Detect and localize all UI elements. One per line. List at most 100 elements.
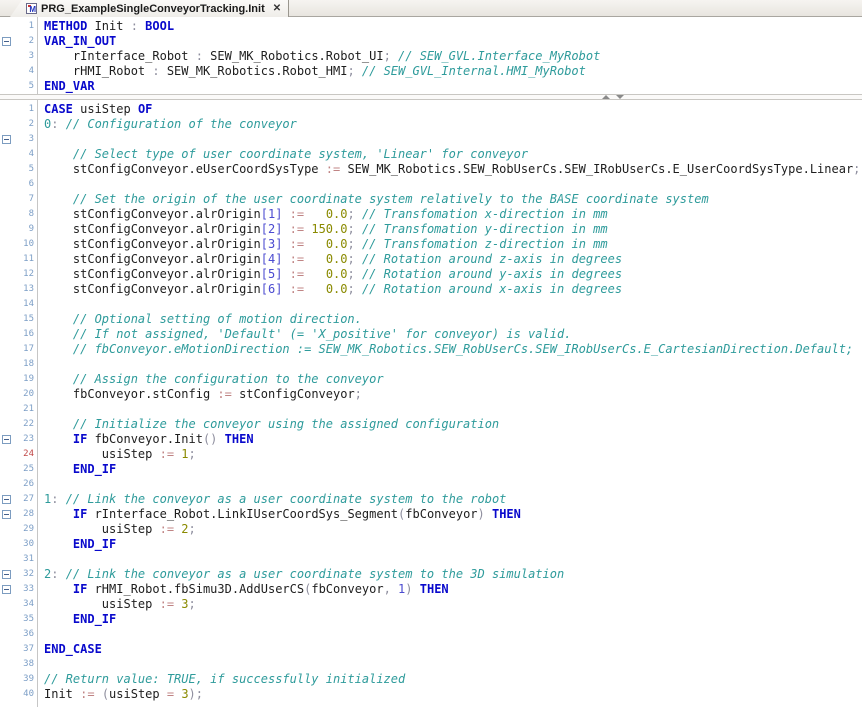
code-text[interactable] <box>37 357 44 372</box>
code-line: 26 <box>0 477 862 492</box>
fold-gutter <box>0 222 14 237</box>
code-text[interactable]: END_CASE <box>37 642 102 657</box>
code-line: 24 usiStep := 1; <box>0 447 862 462</box>
code-line: 23 IF fbConveyor.Init() THEN <box>0 432 862 447</box>
line-number: 25 <box>14 462 37 477</box>
code-line: 13 stConfigConveyor.alrOrigin[6] := 0.0;… <box>0 282 862 297</box>
line-number: 21 <box>14 402 37 417</box>
fold-collapse-icon[interactable] <box>2 495 11 504</box>
fold-gutter <box>0 297 14 312</box>
code-line: 17 // fbConveyor.eMotionDirection := SEW… <box>0 342 862 357</box>
fold-collapse-icon[interactable] <box>2 37 11 46</box>
fold-gutter <box>0 402 14 417</box>
fold-gutter <box>0 552 14 567</box>
code-text[interactable]: 0: // Configuration of the conveyor <box>37 117 297 132</box>
line-number: 8 <box>14 207 37 222</box>
line-number: 20 <box>14 387 37 402</box>
code-text[interactable]: stConfigConveyor.alrOrigin[2] := 150.0; … <box>37 222 608 237</box>
code-text[interactable]: // If not assigned, 'Default' (= 'X_posi… <box>37 327 571 342</box>
fold-gutter <box>0 117 14 132</box>
code-line: 21 <box>0 402 862 417</box>
code-text[interactable] <box>37 657 44 672</box>
code-text[interactable]: END_VAR <box>37 79 95 94</box>
code-text[interactable]: END_IF <box>37 612 116 627</box>
code-line: 34 usiStep := 3; <box>0 597 862 612</box>
code-text[interactable]: usiStep := 2; <box>37 522 196 537</box>
code-text[interactable]: END_IF <box>37 462 116 477</box>
code-text[interactable]: stConfigConveyor.alrOrigin[1] := 0.0; //… <box>37 207 608 222</box>
fold-collapse-icon[interactable] <box>2 435 11 444</box>
code-text[interactable]: // Assign the configuration to the conve… <box>37 372 384 387</box>
splitter-up-icon[interactable] <box>602 95 610 99</box>
line-number: 15 <box>14 312 37 327</box>
code-text[interactable]: // Return value: TRUE, if successfully i… <box>37 672 405 687</box>
code-text[interactable]: stConfigConveyor.alrOrigin[3] := 0.0; //… <box>37 237 608 252</box>
fold-gutter <box>0 34 14 49</box>
line-number: 39 <box>14 672 37 687</box>
code-text[interactable]: // fbConveyor.eMotionDirection := SEW_MK… <box>37 342 853 357</box>
fold-gutter <box>0 19 14 34</box>
code-text[interactable]: // Set the origin of the user coordinate… <box>37 192 709 207</box>
code-line: 16 // If not assigned, 'Default' (= 'X_p… <box>0 327 862 342</box>
fold-collapse-icon[interactable] <box>2 585 11 594</box>
code-text[interactable]: IF rHMI_Robot.fbSimu3D.AddUserCS(fbConve… <box>37 582 449 597</box>
line-number: 1 <box>14 102 37 117</box>
code-text[interactable]: // Initialize the conveyor using the ass… <box>37 417 499 432</box>
line-number: 33 <box>14 582 37 597</box>
fold-gutter <box>0 612 14 627</box>
line-number: 2 <box>14 117 37 132</box>
code-text[interactable]: CASE usiStep OF <box>37 102 152 117</box>
code-text[interactable]: // Optional setting of motion direction. <box>37 312 362 327</box>
code-text[interactable] <box>37 552 44 567</box>
fold-collapse-icon[interactable] <box>2 510 11 519</box>
code-text[interactable]: stConfigConveyor.eUserCoordSysType := SE… <box>37 162 860 177</box>
code-line: 36 <box>0 627 862 642</box>
code-text[interactable]: METHOD Init : BOOL <box>37 19 174 34</box>
code-text[interactable]: fbConveyor.stConfig := stConfigConveyor; <box>37 387 362 402</box>
splitter-down-icon[interactable] <box>616 95 624 99</box>
code-line: 1METHOD Init : BOOL <box>0 19 862 34</box>
code-text[interactable] <box>37 477 44 492</box>
code-text[interactable]: END_IF <box>37 537 116 552</box>
code-text[interactable]: usiStep := 3; <box>37 597 196 612</box>
code-line: 2VAR_IN_OUT <box>0 34 862 49</box>
code-text[interactable]: IF rInterface_Robot.LinkIUserCoordSys_Se… <box>37 507 521 522</box>
code-line: 39// Return value: TRUE, if successfully… <box>0 672 862 687</box>
code-text[interactable] <box>37 402 44 417</box>
code-line: 15 // Optional setting of motion directi… <box>0 312 862 327</box>
code-text[interactable] <box>37 297 44 312</box>
line-number: 16 <box>14 327 37 342</box>
fold-collapse-icon[interactable] <box>2 570 11 579</box>
fold-gutter <box>0 192 14 207</box>
line-number: 27 <box>14 492 37 507</box>
code-text[interactable]: 1: // Link the conveyor as a user coordi… <box>37 492 506 507</box>
code-text[interactable]: usiStep := 1; <box>37 447 196 462</box>
code-line: 19 // Assign the configuration to the co… <box>0 372 862 387</box>
line-number: 36 <box>14 627 37 642</box>
editor-tab[interactable]: M PRG_ExampleSingleConveyorTracking.Init… <box>10 0 289 17</box>
fold-gutter <box>0 387 14 402</box>
code-text[interactable] <box>37 177 44 192</box>
code-text[interactable]: stConfigConveyor.alrOrigin[4] := 0.0; //… <box>37 252 622 267</box>
tab-close-icon[interactable]: ✕ <box>273 3 281 14</box>
fold-gutter <box>0 102 14 117</box>
code-text[interactable]: rHMI_Robot : SEW_MK_Robotics.Robot_HMI; … <box>37 64 586 79</box>
line-number: 7 <box>14 192 37 207</box>
code-text[interactable] <box>37 132 44 147</box>
code-text[interactable] <box>37 627 44 642</box>
line-number: 11 <box>14 252 37 267</box>
code-text[interactable]: 2: // Link the conveyor as a user coordi… <box>37 567 564 582</box>
fold-gutter <box>0 432 14 447</box>
code-text[interactable]: stConfigConveyor.alrOrigin[6] := 0.0; //… <box>37 282 622 297</box>
code-text[interactable]: VAR_IN_OUT <box>37 34 116 49</box>
code-text[interactable]: stConfigConveyor.alrOrigin[5] := 0.0; //… <box>37 267 622 282</box>
code-line: 22 // Initialize the conveyor using the … <box>0 417 862 432</box>
fold-collapse-icon[interactable] <box>2 135 11 144</box>
code-text[interactable]: Init := (usiStep = 3); <box>37 687 203 702</box>
code-text[interactable]: // Select type of user coordinate system… <box>37 147 528 162</box>
code-text[interactable]: rInterface_Robot : SEW_MK_Robotics.Robot… <box>37 49 600 64</box>
code-line: 35 END_IF <box>0 612 862 627</box>
code-text[interactable]: IF fbConveyor.Init() THEN <box>37 432 254 447</box>
code-line: 29 usiStep := 2; <box>0 522 862 537</box>
code-line: 33 IF rHMI_Robot.fbSimu3D.AddUserCS(fbCo… <box>0 582 862 597</box>
